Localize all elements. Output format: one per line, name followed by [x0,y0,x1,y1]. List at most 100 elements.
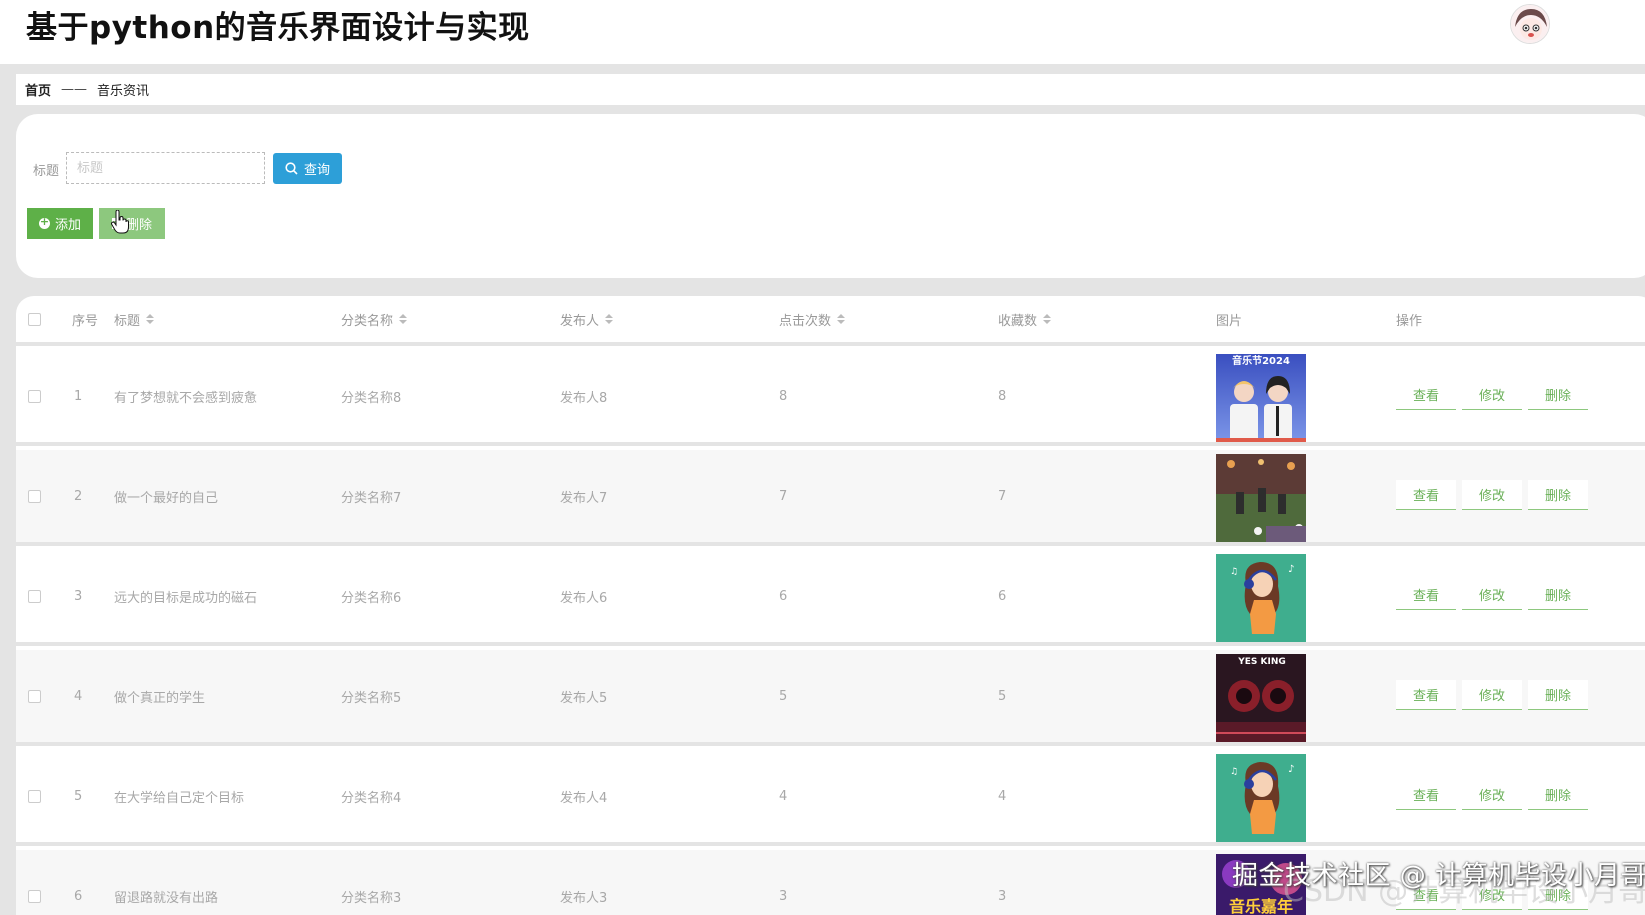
sort-icon[interactable] [837,314,846,324]
delete-button[interactable]: 删除 [1528,480,1588,510]
header-operations: 操作 [1396,313,1423,329]
breadcrumb: 首页 —— 音乐资讯 [16,74,1645,105]
row-image[interactable] [1216,454,1306,542]
row-category: 分类名称3 [341,890,402,906]
sort-icon[interactable] [1043,314,1052,324]
row-clicks: 4 [779,788,788,804]
table-row: 2 做一个最好的自己 分类名称7 发布人7 7 7 查看 修改 删除 [16,450,1645,546]
row-title: 远大的目标是成功的磁石 [114,590,258,606]
row-title: 在大学给自己定个目标 [114,790,245,806]
row-category: 分类名称4 [341,790,402,806]
row-title: 留退路就没有出路 [114,890,219,906]
edit-button[interactable]: 修改 [1462,780,1522,810]
row-image[interactable]: 音乐节2024 [1216,354,1306,442]
view-button[interactable]: 查看 [1396,380,1456,410]
row-title: 有了梦想就不会感到疲惫 [114,390,258,406]
view-button[interactable]: 查看 [1396,580,1456,610]
edit-button[interactable]: 修改 [1462,480,1522,510]
batch-delete-button[interactable]: 删除 [99,208,165,239]
row-publisher: 发布人7 [560,490,608,506]
row-favorites: 8 [998,388,1007,404]
search-button-label: 查询 [303,163,330,178]
row-clicks: 7 [779,488,788,504]
row-index: 4 [74,688,83,704]
thumb-caption: YES KING [1237,657,1286,667]
view-button[interactable]: 查看 [1396,680,1456,710]
header-category-label: 分类名称 [341,313,394,329]
header-image: 图片 [1216,313,1243,329]
row-checkbox[interactable] [28,689,41,703]
edit-button[interactable]: 修改 [1462,380,1522,410]
row-checkbox[interactable] [28,889,41,903]
row-checkbox[interactable] [28,489,41,503]
breadcrumb-separator: —— [61,82,88,97]
row-image[interactable]: ♪ ♫ [1216,554,1306,642]
row-publisher: 发布人6 [560,590,608,606]
hand-cursor-icon [111,210,129,234]
header-publisher[interactable]: 发布人 [560,296,614,342]
delete-button[interactable]: 删除 [1528,780,1588,810]
search-label: 标题 [33,164,60,179]
breadcrumb-home[interactable]: 首页 [25,80,51,99]
row-index: 6 [74,888,83,904]
row-checkbox[interactable] [28,589,41,603]
row-image[interactable]: ♪ ♫ [1216,754,1306,842]
delete-button[interactable]: 删除 [1528,380,1588,410]
svg-text:♪: ♪ [1288,564,1294,575]
row-index: 5 [74,788,83,804]
table-row: 4 做个真正的学生 分类名称5 发布人5 5 5 YES KING 查看 修改 … [16,650,1645,746]
sort-icon[interactable] [399,314,408,324]
table-header: 序号 标题 分类名称 发布人 点击次数 收藏数 图片 操作 [16,296,1645,346]
watermark: 掘金技术社区 @ 计算机毕设小月哥 [1232,861,1645,891]
header-index: 序号 [72,313,99,329]
add-button[interactable]: 添加 [27,208,93,239]
user-avatar[interactable] [1510,4,1550,44]
row-category: 分类名称8 [341,390,402,406]
select-all-checkbox[interactable] [28,312,41,326]
row-favorites: 5 [998,688,1007,704]
sort-icon[interactable] [146,314,155,324]
row-publisher: 发布人8 [560,390,608,406]
top-bar: 基于python的音乐界面设计与实现 [0,0,1645,64]
search-panel: 标题 查询 添加 删除 [16,114,1645,278]
row-index: 1 [74,388,83,404]
row-clicks: 6 [779,588,788,604]
table-row: 1 有了梦想就不会感到疲惫 分类名称8 发布人8 8 8 音乐节2024 查看 … [16,350,1645,446]
header-publisher-label: 发布人 [560,313,600,329]
row-category: 分类名称5 [341,690,402,706]
view-button[interactable]: 查看 [1396,780,1456,810]
edit-button[interactable]: 修改 [1462,680,1522,710]
table-row: 3 远大的目标是成功的磁石 分类名称6 发布人6 6 6 ♪ ♫ 查看 修改 删… [16,550,1645,646]
header-title-label: 标题 [114,313,141,329]
svg-text:♫: ♫ [1230,567,1238,577]
row-index: 3 [74,588,83,604]
search-button[interactable]: 查询 [273,153,342,184]
sort-icon[interactable] [605,314,614,324]
header-title[interactable]: 标题 [114,296,155,342]
search-icon [285,162,298,175]
view-button[interactable]: 查看 [1396,480,1456,510]
row-category: 分类名称7 [341,490,402,506]
row-checkbox[interactable] [28,389,41,403]
search-input[interactable] [66,152,265,184]
header-favorites[interactable]: 收藏数 [998,296,1052,342]
row-image[interactable]: YES KING [1216,654,1306,742]
row-clicks: 5 [779,688,788,704]
header-category[interactable]: 分类名称 [341,296,408,342]
delete-button[interactable]: 删除 [1528,580,1588,610]
row-publisher: 发布人4 [560,790,608,806]
row-publisher: 发布人5 [560,690,608,706]
header-clicks[interactable]: 点击次数 [779,296,846,342]
row-checkbox[interactable] [28,789,41,803]
delete-button[interactable]: 删除 [1528,680,1588,710]
svg-text:♪: ♪ [1288,764,1294,775]
app-title: 基于python的音乐界面设计与实现 [26,10,530,46]
row-index: 2 [74,488,83,504]
row-clicks: 8 [779,388,788,404]
edit-button[interactable]: 修改 [1462,580,1522,610]
row-clicks: 3 [779,888,788,904]
header-favorites-label: 收藏数 [998,313,1038,329]
plus-circle-icon [38,215,50,229]
thumb-caption: 音乐节2024 [1232,354,1290,367]
header-clicks-label: 点击次数 [779,313,832,329]
